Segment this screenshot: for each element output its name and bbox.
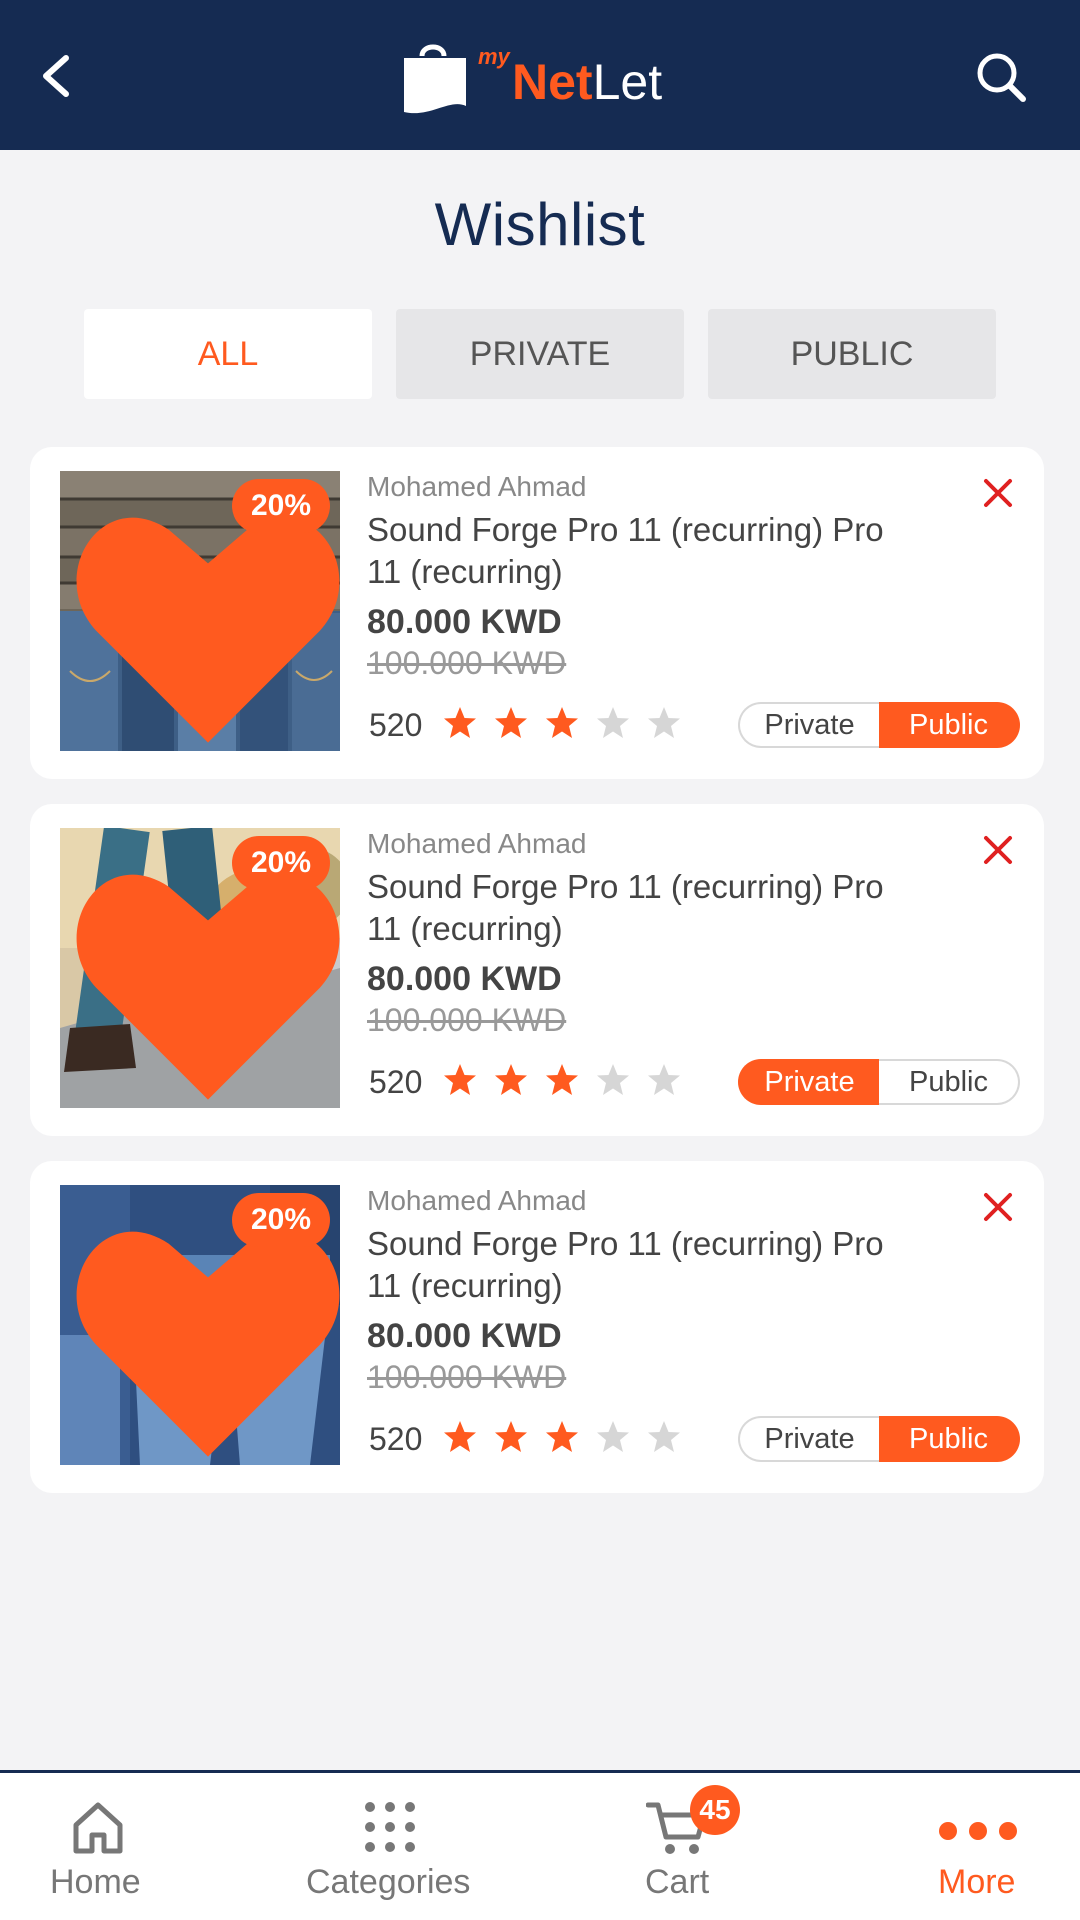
star-filled-icon: [546, 707, 578, 738]
more-dots-icon: [939, 1822, 1017, 1840]
wishlist-filter-tabs: ALL PRIVATE PUBLIC: [84, 309, 996, 399]
star-filled-icon: [546, 1064, 578, 1095]
star-empty-icon: [597, 1421, 629, 1452]
tab-private[interactable]: PRIVATE: [396, 309, 684, 399]
bottom-navigation: Home Categories 45 Cart More: [0, 1770, 1080, 1920]
chevron-left-icon: [43, 55, 69, 97]
star-empty-icon: [648, 707, 680, 738]
star-empty-icon: [597, 1064, 629, 1095]
product-old-price: 100.000 KWD: [367, 1002, 567, 1038]
cart-count-badge: 45: [690, 1785, 740, 1835]
nav-more[interactable]: More: [930, 1773, 1050, 1920]
star-rating: [442, 705, 682, 745]
tab-public[interactable]: PUBLIC: [708, 309, 996, 399]
app-header: my NetLet: [0, 0, 1080, 150]
nav-home[interactable]: Home: [40, 1773, 160, 1920]
star-filled-icon: [444, 1421, 476, 1452]
star-filled-icon: [495, 1421, 527, 1452]
discount-badge: 20%: [232, 836, 330, 890]
star-empty-icon: [597, 707, 629, 738]
product-price: 80.000 KWD: [367, 960, 562, 998]
nav-more-label: More: [938, 1863, 1016, 1901]
page-title: Wishlist: [434, 191, 646, 258]
product-name[interactable]: Sound Forge Pro 11 (recurring) Pro 11 (r…: [367, 866, 927, 950]
remove-item-icon[interactable]: [982, 1191, 1014, 1223]
home-icon: [73, 1802, 123, 1854]
nav-cart-label: Cart: [645, 1863, 710, 1901]
product-old-price: 100.000 KWD: [367, 1359, 567, 1395]
search-icon: [977, 53, 1026, 102]
logo-net-text: Net: [512, 54, 593, 110]
visibility-toggle: Private Public: [738, 702, 1020, 748]
product-image[interactable]: 20%: [60, 828, 340, 1108]
seller-name: Mohamed Ahmad: [367, 828, 587, 859]
visibility-toggle: Private Public: [738, 1059, 1020, 1105]
nav-cart[interactable]: 45 Cart: [630, 1773, 750, 1920]
star-rating: [442, 1419, 682, 1459]
product-price: 80.000 KWD: [367, 1317, 562, 1355]
logo-wordmark: NetLet: [512, 54, 662, 110]
wishlist-item[interactable]: 20% Mohamed Ahmad Sound Forge Pro 11 (re…: [30, 1161, 1044, 1493]
seller-name: Mohamed Ahmad: [367, 471, 587, 502]
public-option[interactable]: Public: [879, 702, 1020, 748]
product-price: 80.000 KWD: [367, 603, 562, 641]
star-empty-icon: [648, 1421, 680, 1452]
remove-item-icon[interactable]: [982, 477, 1014, 509]
public-option[interactable]: Public: [879, 1416, 1020, 1462]
nav-categories[interactable]: Categories: [300, 1773, 480, 1920]
nav-home-label: Home: [50, 1863, 141, 1901]
private-option[interactable]: Private: [738, 1059, 879, 1105]
review-count: 520: [369, 707, 423, 743]
star-filled-icon: [495, 1064, 527, 1095]
product-name[interactable]: Sound Forge Pro 11 (recurring) Pro 11 (r…: [367, 1223, 927, 1307]
app-logo: my NetLet: [400, 34, 700, 120]
star-filled-icon: [444, 1064, 476, 1095]
grid-dots-icon: [365, 1802, 415, 1852]
seller-name: Mohamed Ahmad: [367, 1185, 587, 1216]
review-count: 520: [369, 1064, 423, 1100]
shopping-bag-icon: [404, 44, 466, 114]
discount-badge: 20%: [232, 479, 330, 533]
back-button[interactable]: [36, 52, 84, 100]
search-button[interactable]: [974, 50, 1028, 104]
public-option[interactable]: Public: [879, 1059, 1020, 1105]
private-option[interactable]: Private: [738, 1416, 879, 1462]
product-name[interactable]: Sound Forge Pro 11 (recurring) Pro 11 (r…: [367, 509, 927, 593]
product-old-price: 100.000 KWD: [367, 645, 567, 681]
logo-let-text: Let: [592, 54, 663, 110]
star-rating: [442, 1062, 682, 1102]
star-filled-icon: [546, 1421, 578, 1452]
wishlist-item[interactable]: 20% Mohamed Ahmad Sound Forge Pro 11 (re…: [30, 804, 1044, 1136]
private-option[interactable]: Private: [738, 702, 879, 748]
review-count: 520: [369, 1421, 423, 1457]
product-image[interactable]: 20%: [60, 1185, 340, 1465]
tab-all[interactable]: ALL: [84, 309, 372, 399]
nav-categories-label: Categories: [306, 1863, 471, 1901]
discount-badge: 20%: [232, 1193, 330, 1247]
remove-item-icon[interactable]: [982, 834, 1014, 866]
star-filled-icon: [444, 707, 476, 738]
star-filled-icon: [495, 707, 527, 738]
star-empty-icon: [648, 1064, 680, 1095]
wishlist-item[interactable]: 20% Mohamed Ahmad Sound Forge Pro 11 (re…: [30, 447, 1044, 779]
logo-my-text: my: [478, 44, 510, 69]
visibility-toggle: Private Public: [738, 1416, 1020, 1462]
product-image[interactable]: 20%: [60, 471, 340, 751]
